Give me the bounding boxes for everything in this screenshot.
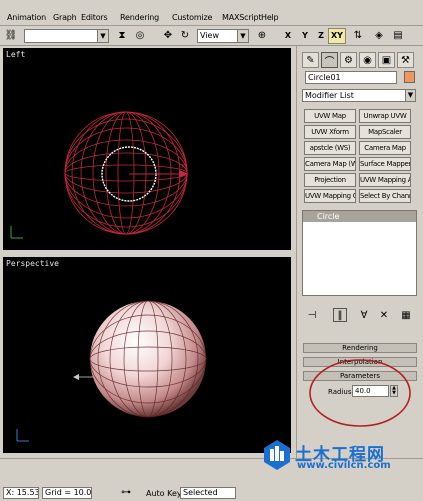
reference-coord-value: View [200,31,219,40]
menu-customize[interactable]: Customize [172,13,212,22]
select-link-icon[interactable]: ⛓ [3,28,19,44]
viewport-perspective[interactable]: Perspective [2,256,292,454]
svg-text:x: x [181,162,185,170]
modify-tab-icon[interactable]: ⌒ [321,52,338,68]
menu-animation[interactable]: Animation [7,13,46,22]
modifier-button[interactable]: UVW Mapping Add [359,173,411,187]
select-region-icon[interactable]: ◎ [132,28,148,44]
coord-field[interactable]: X: 15.53 [3,487,39,499]
reference-coord-dropdown[interactable]: View ▼ [197,29,249,43]
axis-z-button[interactable]: Z [313,28,329,44]
create-tab-icon[interactable]: ✎ [302,52,319,68]
utilities-tab-icon[interactable]: ⚒ [397,52,414,68]
modifier-button[interactable]: Camera Map [359,141,411,155]
stack-item-circle[interactable]: Circle [303,211,416,222]
selection-filter-dropdown[interactable]: ▼ [24,29,109,43]
stack-toolbar: ⊣ ‖ ∀ ✕ ▦ [301,308,419,324]
make-unique-icon[interactable]: ∀ [357,308,371,322]
display-tab-icon[interactable]: ▣ [378,52,395,68]
modifier-button[interactable]: UVW Xform [304,125,356,139]
civilcn-logo-icon [264,440,290,470]
menu-maxscript[interactable]: MAXScript [222,13,261,22]
menu-help[interactable]: Help [261,13,279,22]
chevron-down-icon: ▼ [97,30,108,42]
pivot-center-icon[interactable]: ⊕ [254,28,270,44]
grid-field: Grid = 10.0 [42,487,92,499]
modifier-list-dropdown[interactable]: Modifier List ▼ [302,89,416,102]
watermark-url: www.civilcn.com [297,460,391,471]
pin-stack-icon[interactable]: ⊣ [305,308,319,322]
modifier-button[interactable]: Surface Mapper (WSM) [359,157,411,171]
axis-x-button[interactable]: X [280,28,296,44]
autokey-button[interactable]: Auto Key [146,489,182,498]
mirror-icon[interactable]: ⇅ [350,28,366,44]
select-move-icon[interactable]: ✥ [160,28,176,44]
chevron-down-icon: ▼ [405,90,415,101]
modifier-button[interactable]: MapScaler [359,125,411,139]
menu-editors[interactable]: Editors [81,13,108,22]
key-filters-icon[interactable]: ⊶ [118,485,134,501]
layer-manager-icon[interactable]: ▤ [390,28,406,44]
menu-bar: Animation Graph Editors Rendering Custom… [0,0,423,26]
main-toolbar: ⛓ ▼ ⧗ ◎ ✥ ↻ View ▼ ⊕ X Y Z XY ⇅ ◈ ▤ [0,26,423,46]
remove-modifier-icon[interactable]: ✕ [377,308,391,322]
modifier-button[interactable]: Camera Map (WSM) [304,157,356,171]
menu-rendering[interactable]: Rendering [120,13,159,22]
axis-xy-button[interactable]: XY [328,28,346,44]
modifier-button[interactable]: UVW Mapping Clear [304,189,356,203]
align-icon[interactable]: ◈ [371,28,387,44]
modifier-button[interactable]: Projection [304,173,356,187]
hierarchy-tab-icon[interactable]: ⚙ [340,52,357,68]
menu-graph[interactable]: Graph [53,13,77,22]
show-end-result-icon[interactable]: ‖ [333,308,347,322]
motion-tab-icon[interactable]: ◉ [359,52,376,68]
selected-field[interactable]: Selected [180,487,236,499]
highlight-circle [309,359,411,427]
select-by-name-icon[interactable]: ⧗ [114,28,130,44]
left-wire-sphere: x [10,111,189,239]
select-rotate-icon[interactable]: ↻ [177,28,193,44]
modifier-list-label: Modifier List [305,91,354,100]
chevron-down-icon: ▼ [237,30,248,42]
rollout-rendering[interactable]: Rendering [303,343,417,353]
command-panel: ✎ ⌒ ⚙ ◉ ▣ ⚒ Circle01 Modifier List ▼ UVW… [296,46,423,458]
modifier-button[interactable]: Unwrap UVW [359,109,411,123]
modifier-stack[interactable]: Circle [302,210,417,296]
object-name-field[interactable]: Circle01 [305,71,397,84]
object-color-swatch[interactable] [404,71,415,83]
modifier-button[interactable]: Select By Channel [359,189,411,203]
modifier-button[interactable]: apstcle (WS) [304,141,356,155]
configure-sets-icon[interactable]: ▦ [399,308,413,322]
viewport-left[interactable]: Left x [2,47,292,251]
modifier-button[interactable]: UVW Map [304,109,356,123]
perspective-sphere [16,300,207,442]
axis-y-button[interactable]: Y [297,28,313,44]
